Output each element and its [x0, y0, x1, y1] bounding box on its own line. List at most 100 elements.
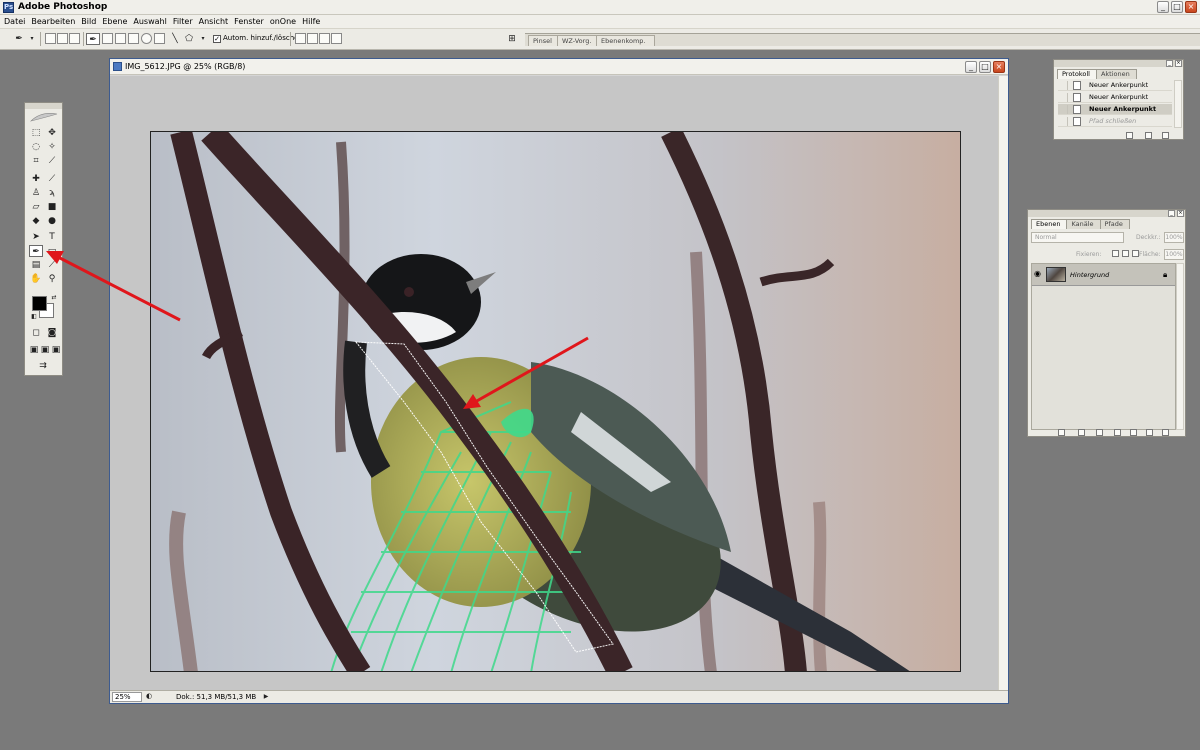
adjustment-layer-icon[interactable]	[1114, 429, 1121, 436]
healing-brush-tool-icon[interactable]: ✚	[29, 173, 43, 185]
ellipse-shape-button[interactable]	[141, 33, 152, 44]
custom-shape-icon[interactable]: ⬠	[182, 33, 196, 45]
quick-mask-mode-icon[interactable]: ◙	[45, 327, 59, 339]
eye-visibility-icon[interactable]: ◉	[1034, 270, 1042, 278]
pen-tool-icon[interactable]: ✒	[29, 245, 43, 257]
screen-mode-full-icon[interactable]: ▣	[49, 344, 63, 356]
feather-logo-icon[interactable]	[29, 111, 59, 123]
swap-colors-icon[interactable]: ⇄	[47, 292, 61, 304]
lock-transparency-icon[interactable]	[1112, 250, 1119, 257]
lock-position-icon[interactable]	[1132, 250, 1139, 257]
path-selection-tool-icon[interactable]: ➤	[29, 231, 43, 243]
doc-maximize-button[interactable]: □	[979, 61, 991, 73]
history-scrollbar[interactable]	[1174, 80, 1182, 128]
tab-aktionen[interactable]: Aktionen	[1095, 69, 1137, 79]
layer-row-hintergrund[interactable]: ◉ Hintergrund 🔒︎	[1032, 264, 1175, 286]
history-snapshot-checkbox[interactable]	[1058, 117, 1068, 126]
history-brush-source-icon[interactable]	[1058, 105, 1068, 114]
add-mask-icon[interactable]	[1096, 429, 1103, 436]
layers-palette-header[interactable]: _ ×	[1028, 210, 1185, 217]
dodge-tool-icon[interactable]: ●	[45, 215, 59, 227]
subtract-path-button[interactable]	[307, 33, 318, 44]
shape-layers-button[interactable]	[45, 33, 56, 44]
menu-auswahl[interactable]: Auswahl	[131, 17, 170, 26]
new-layer-icon[interactable]	[1146, 429, 1153, 436]
eraser-tool-icon[interactable]: ▱	[29, 201, 43, 213]
intersect-path-button[interactable]	[319, 33, 330, 44]
doc-close-button[interactable]: ×	[993, 61, 1005, 73]
zoom-field[interactable]: 25%	[112, 692, 142, 702]
magic-wand-tool-icon[interactable]: ✧	[45, 141, 59, 153]
layer-style-icon[interactable]	[1078, 429, 1085, 436]
lasso-tool-icon[interactable]: ◌	[29, 141, 43, 153]
gradient-tool-icon[interactable]: ■	[45, 201, 59, 213]
history-brush-tool-icon[interactable]: ϡ	[45, 187, 59, 199]
delete-layer-icon[interactable]	[1162, 429, 1169, 436]
history-palette-header[interactable]: _ ×	[1054, 60, 1183, 67]
go-to-bridge-icon[interactable]: ⊞	[505, 33, 519, 45]
rounded-rect-shape-button[interactable]	[128, 33, 139, 44]
close-button[interactable]: ×	[1185, 1, 1197, 13]
fill-field[interactable]: 100%	[1164, 249, 1184, 260]
geometry-options-icon[interactable]: ▾	[196, 33, 210, 45]
menu-bild[interactable]: Bild	[79, 17, 100, 26]
slice-tool-icon[interactable]: ⟋	[45, 155, 59, 167]
menu-ebene[interactable]: Ebene	[100, 17, 131, 26]
tab-pfade[interactable]: Pfade	[1099, 219, 1130, 229]
foreground-color-swatch[interactable]	[32, 296, 47, 311]
blur-tool-icon[interactable]: ◆	[29, 215, 43, 227]
well-tab-pinsel[interactable]: Pinsel	[528, 35, 561, 46]
hand-tool-icon[interactable]: ✋	[29, 273, 43, 285]
pen-tool-preset-icon[interactable]: ✒	[12, 33, 26, 45]
clone-stamp-tool-icon[interactable]: ♙	[29, 187, 43, 199]
new-snapshot-icon[interactable]	[1145, 132, 1152, 139]
eyedropper-tool-icon[interactable]: ⟋	[45, 259, 59, 271]
notes-tool-icon[interactable]: ▤	[29, 259, 43, 271]
shape-tool-icon[interactable]: ▭	[45, 245, 59, 257]
maximize-button[interactable]: □	[1171, 1, 1183, 13]
toolbox-header[interactable]	[25, 103, 62, 109]
well-tab-ebenenkomp[interactable]: Ebenenkomp.	[596, 35, 655, 46]
history-snapshot-checkbox[interactable]	[1058, 81, 1068, 90]
move-tool-icon[interactable]: ✥	[45, 127, 59, 139]
history-item-selected[interactable]: Neuer Ankerpunkt	[1058, 104, 1172, 115]
line-shape-icon[interactable]: ╲	[168, 33, 182, 45]
delete-state-icon[interactable]	[1162, 132, 1169, 139]
polygon-shape-button[interactable]	[154, 33, 165, 44]
photo-canvas[interactable]	[150, 131, 961, 672]
menu-fenster[interactable]: Fenster	[232, 17, 268, 26]
menu-datei[interactable]: Datei	[2, 17, 29, 26]
palette-close-icon[interactable]: ×	[1175, 60, 1182, 67]
status-menu-icon[interactable]: ◐	[144, 691, 154, 702]
auto-add-delete-checkbox[interactable]: ✓	[213, 35, 221, 43]
exclude-path-button[interactable]	[331, 33, 342, 44]
brush-tool-icon[interactable]: ⟋	[45, 173, 59, 185]
preset-dropdown-icon[interactable]: ▾	[25, 33, 39, 45]
opacity-field[interactable]: 100%	[1164, 232, 1184, 243]
history-item[interactable]: Neuer Ankerpunkt	[1058, 80, 1172, 91]
tab-protokoll[interactable]: Protokoll	[1057, 69, 1097, 79]
minimize-button[interactable]: _	[1157, 1, 1169, 13]
marquee-tool-icon[interactable]: ⬚	[29, 127, 43, 139]
great-tit-photo[interactable]	[151, 132, 961, 672]
rectangle-shape-button[interactable]	[115, 33, 126, 44]
palette-minimize-icon[interactable]: _	[1168, 210, 1175, 217]
jump-to-imageready-icon[interactable]: ⇉	[29, 360, 57, 372]
new-document-from-state-icon[interactable]	[1126, 132, 1133, 139]
paths-button[interactable]	[57, 33, 68, 44]
fill-pixels-button[interactable]	[69, 33, 80, 44]
standard-mode-icon[interactable]: ◻	[29, 327, 43, 339]
canvas-area[interactable]	[110, 76, 998, 690]
menu-filter[interactable]: Filter	[171, 17, 197, 26]
doc-minimize-button[interactable]: _	[965, 61, 977, 73]
add-to-path-button[interactable]	[295, 33, 306, 44]
document-title-bar[interactable]: IMG_5612.JPG @ 25% (RGB/8) _ □ ×	[110, 59, 1008, 75]
history-item[interactable]: Pfad schließen	[1058, 116, 1172, 127]
well-tab-wz-vorg[interactable]: WZ-Vorg.	[557, 35, 601, 46]
blend-mode-select[interactable]: Normal	[1031, 232, 1124, 243]
layers-scrollbar[interactable]	[1176, 263, 1184, 430]
menu-ansicht[interactable]: Ansicht	[197, 17, 233, 26]
default-colors-icon[interactable]: ◧	[27, 311, 41, 323]
tab-ebenen[interactable]: Ebenen	[1031, 219, 1068, 229]
vertical-scrollbar[interactable]	[998, 76, 1008, 690]
